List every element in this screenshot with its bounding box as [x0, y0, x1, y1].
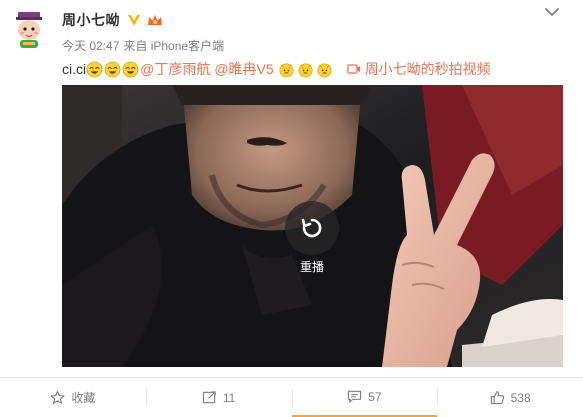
- post-source: 来自 iPhone客户端: [123, 39, 225, 53]
- cartoon-avatar-icon: [8, 8, 50, 50]
- video-camera-icon: [347, 64, 360, 74]
- replay-icon: [301, 218, 322, 238]
- post-meta: 今天 02:47 来自 iPhone客户端: [62, 37, 224, 54]
- repost-icon: [202, 391, 216, 404]
- post-time[interactable]: 今天 02:47: [62, 37, 119, 54]
- replay-button[interactable]: [285, 201, 339, 255]
- chevron-down-icon[interactable]: [543, 4, 561, 20]
- user-line: 周小七呦: [62, 10, 164, 30]
- username[interactable]: 周小七呦: [62, 10, 120, 30]
- mention-link[interactable]: @丁彦雨航: [140, 59, 210, 79]
- repost-count: 11: [222, 390, 236, 405]
- comment-icon: [348, 390, 362, 403]
- kneel-emoji-icon: [317, 62, 332, 77]
- kneel-emoji-icon: [298, 62, 313, 77]
- mention-link[interactable]: @睢冉V5: [214, 59, 273, 79]
- star-icon: [50, 390, 65, 404]
- post-content: ci.ci @丁彦雨航 @睢冉V5 周小七呦的秒拍视频: [62, 58, 491, 80]
- comment-button[interactable]: 57: [291, 378, 438, 417]
- crown-member-icon[interactable]: [146, 12, 164, 28]
- kneel-emoji-icon: [279, 62, 294, 77]
- video-link[interactable]: 周小七呦的秒拍视频: [347, 59, 491, 79]
- yellow-v-verified-icon[interactable]: [126, 12, 142, 28]
- action-bar: 收藏 11 57 538: [0, 378, 583, 417]
- favorite-button[interactable]: 收藏: [0, 378, 146, 417]
- post-text: ci.ci: [62, 61, 87, 77]
- thumbs-up-icon: [490, 391, 504, 405]
- weibo-post-card: 周小七呦 今天 02:47 来自 iPhone客户端 ci.ci @丁彦雨航 @…: [0, 0, 583, 417]
- replay-label[interactable]: 重播: [283, 258, 341, 275]
- like-button[interactable]: 538: [437, 378, 583, 417]
- video-link-label: 周小七呦的秒拍视频: [364, 61, 491, 77]
- laugh-cry-emoji-icon: [104, 61, 121, 77]
- laugh-cry-emoji-icon: [122, 61, 139, 77]
- like-count: 538: [510, 390, 531, 405]
- repost-button[interactable]: 11: [145, 378, 292, 417]
- video-player[interactable]: 重播: [62, 85, 563, 367]
- favorite-label: 收藏: [71, 391, 96, 405]
- avatar[interactable]: [8, 8, 50, 50]
- laugh-cry-emoji-icon: [86, 61, 103, 77]
- comment-count: 57: [368, 389, 382, 404]
